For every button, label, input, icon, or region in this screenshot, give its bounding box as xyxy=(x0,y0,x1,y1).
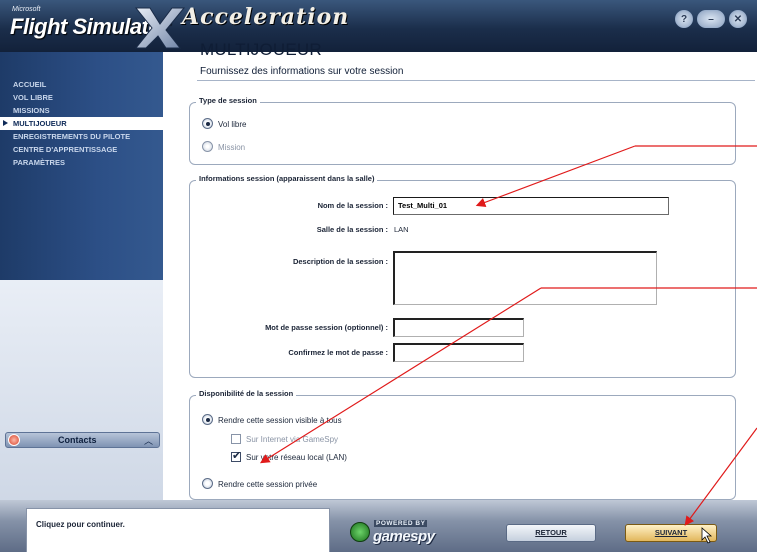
session-type-legend: Type de session xyxy=(196,96,260,105)
sidebar-item-parametres[interactable]: PARAMÈTRES xyxy=(0,156,163,169)
radio-mission-label[interactable]: Mission xyxy=(218,143,245,152)
sidebar-item-accueil[interactable]: ACCUEIL xyxy=(0,78,163,91)
sidebar-item-missions[interactable]: MISSIONS xyxy=(0,104,163,117)
window-controls: ? – ✕ xyxy=(675,10,747,28)
help-icon[interactable]: ? xyxy=(675,10,693,28)
session-description-label: Description de la session : xyxy=(292,257,388,266)
minimize-icon[interactable]: – xyxy=(697,10,725,28)
gamespy-wordmark: gamespy xyxy=(373,528,435,545)
password-input[interactable] xyxy=(393,318,524,337)
radio-visible-all-label[interactable]: Rendre cette session visible à tous xyxy=(218,416,342,425)
contacts-label: Contacts xyxy=(58,435,97,445)
confirm-password-input[interactable] xyxy=(393,343,524,362)
title-bar: Microsoft Flight Simulator Acceleration … xyxy=(0,0,757,52)
radio-visible-all[interactable] xyxy=(202,414,213,425)
sidebar-menu: ACCUEIL VOL LIBRE MISSIONS MULTIJOUEUR E… xyxy=(0,78,163,169)
chevron-up-icon[interactable]: ︿ xyxy=(144,434,153,447)
password-label: Mot de passe session (optionnel) : xyxy=(265,323,388,332)
brand-microsoft: Microsoft xyxy=(12,6,41,13)
page-subtitle: Fournissez des informations sur votre se… xyxy=(200,66,404,77)
contacts-icon xyxy=(8,434,20,446)
gamespy-icon xyxy=(350,522,370,542)
contacts-bar[interactable]: Contacts ︿ xyxy=(5,432,160,448)
session-type-group: Type de session xyxy=(189,96,736,165)
session-name-label: Nom de la session : xyxy=(317,201,388,210)
radio-vol-libre-label[interactable]: Vol libre xyxy=(218,120,246,129)
back-button[interactable]: RETOUR xyxy=(506,524,596,542)
brand-acceleration: Acceleration xyxy=(182,4,350,30)
session-info-legend: Informations session (apparaissent dans … xyxy=(196,174,378,183)
session-room-value: LAN xyxy=(394,225,409,234)
session-room-label: Salle de la session : xyxy=(316,225,388,234)
radio-private-label[interactable]: Rendre cette session privée xyxy=(218,480,317,489)
radio-vol-libre[interactable] xyxy=(202,118,213,129)
session-description-textarea[interactable] xyxy=(393,251,657,305)
radio-private[interactable] xyxy=(202,478,213,489)
status-text: Cliquez pour continuer. xyxy=(36,520,125,529)
gamespy-powered-by: POWERED BY xyxy=(374,520,428,527)
status-box: Cliquez pour continuer. xyxy=(26,508,330,552)
sidebar-item-centre-apprentissage[interactable]: CENTRE D'APPRENTISSAGE xyxy=(0,143,163,156)
checkbox-internet-gamespy[interactable] xyxy=(231,434,241,444)
checkbox-internet-gamespy-label[interactable]: Sur Internet via GameSpy xyxy=(246,435,338,444)
divider xyxy=(197,80,755,81)
close-icon[interactable]: ✕ xyxy=(729,10,747,28)
radio-mission[interactable] xyxy=(202,141,213,152)
checkbox-lan[interactable] xyxy=(231,449,241,462)
page-title: MULTIJOUEUR xyxy=(200,40,322,59)
sidebar-item-multijoueur[interactable]: MULTIJOUEUR xyxy=(0,117,163,130)
sidebar-lower-panel xyxy=(0,280,163,500)
checkbox-lan-label[interactable]: Sur votre réseau local (LAN) xyxy=(246,453,347,462)
sidebar-item-enregistrements[interactable]: ENREGISTREMENTS DU PILOTE xyxy=(0,130,163,143)
session-name-input[interactable]: Test_Multi_01 xyxy=(393,197,669,215)
sidebar-item-vol-libre[interactable]: VOL LIBRE xyxy=(0,91,163,104)
gamespy-logo: POWERED BY gamespy xyxy=(350,519,446,545)
availability-legend: Disponibilité de la session xyxy=(196,389,297,398)
confirm-password-label: Confirmez le mot de passe : xyxy=(288,348,388,357)
brand-x-logo xyxy=(134,7,186,49)
next-button[interactable]: SUIVANT xyxy=(625,524,717,542)
